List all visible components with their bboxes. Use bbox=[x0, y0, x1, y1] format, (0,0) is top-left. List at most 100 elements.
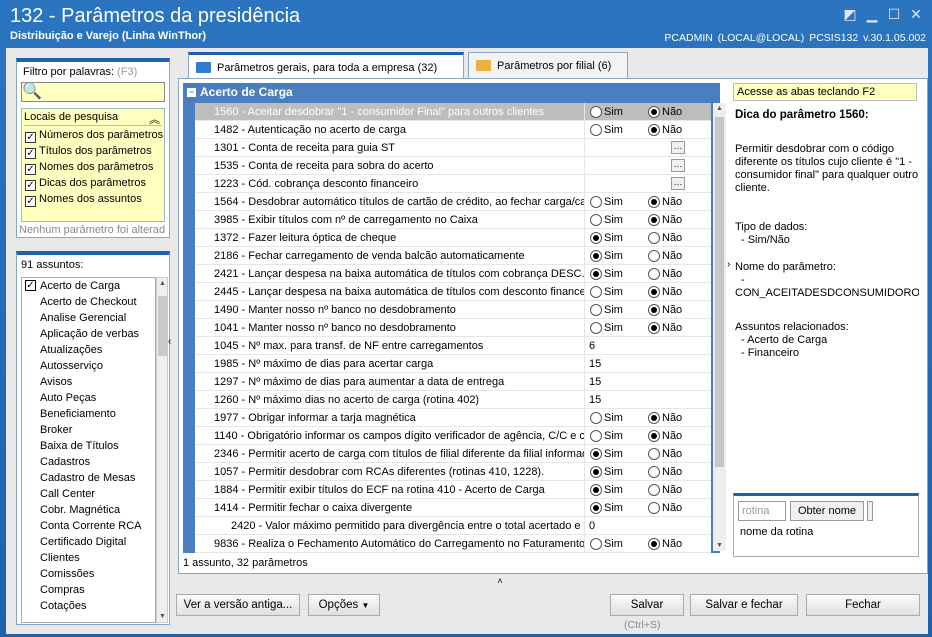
obter-nome-button[interactable]: Obter nome bbox=[790, 501, 864, 521]
subject-item[interactable]: Cobr. Magnética bbox=[22, 502, 155, 518]
param-row[interactable]: 1414 - Permitir fechar o caixa divergent… bbox=[195, 499, 711, 517]
radio-sim[interactable] bbox=[590, 322, 602, 334]
tab-parametros-filial[interactable]: Parâmetros por filial (6) bbox=[468, 52, 628, 78]
number-value[interactable]: 6 bbox=[589, 337, 595, 355]
checkbox-nomes[interactable]: ✓ Nomes dos parâmetros bbox=[25, 161, 153, 177]
minimize-icon[interactable]: ▁ bbox=[862, 6, 882, 22]
checkbox-icon[interactable]: ✓ bbox=[25, 280, 36, 291]
radio-sim[interactable] bbox=[590, 232, 602, 244]
subject-item[interactable]: Avisos bbox=[22, 374, 155, 390]
radio-sim[interactable] bbox=[590, 124, 602, 136]
chevron-up-icon[interactable]: ˄ bbox=[497, 576, 502, 586]
pin-icon[interactable]: ◩ bbox=[840, 6, 860, 22]
param-row[interactable]: 1041 - Manter nosso nº banco no desdobra… bbox=[195, 319, 711, 337]
lookup-button[interactable]: … bbox=[671, 159, 685, 172]
subject-item[interactable]: Autosserviço bbox=[22, 358, 155, 374]
radio-nao[interactable] bbox=[648, 286, 660, 298]
ver-versao-antiga-button[interactable]: Ver a versão antiga... bbox=[176, 594, 300, 616]
param-row[interactable]: 1140 - Obrigatório informar os campos dí… bbox=[195, 427, 711, 445]
param-row[interactable]: 1223 - Cód. cobrança desconto financeiro… bbox=[195, 175, 711, 193]
radio-sim[interactable] bbox=[590, 466, 602, 478]
param-row[interactable]: 2421 - Lançar despesa na baixa automátic… bbox=[195, 265, 711, 283]
param-row[interactable]: 1482 - Autenticação no acerto de carga Si… bbox=[195, 121, 711, 139]
param-row[interactable]: 1260 - Nº máximo dias no acerto de carga… bbox=[195, 391, 711, 409]
subject-item[interactable]: Cotações bbox=[22, 598, 155, 614]
grid-scrollbar[interactable]: ▲ ▼ bbox=[713, 103, 726, 551]
subject-item[interactable]: Cadastros bbox=[22, 454, 155, 470]
number-value[interactable]: 15 bbox=[589, 391, 601, 409]
param-row[interactable]: 1372 - Fazer leitura óptica de cheque Sim… bbox=[195, 229, 711, 247]
radio-nao[interactable] bbox=[648, 268, 660, 280]
subject-item[interactable]: Baixa de Títulos bbox=[22, 438, 155, 454]
subject-item[interactable]: Atualizações bbox=[22, 342, 155, 358]
radio-sim[interactable] bbox=[590, 268, 602, 280]
param-row[interactable]: 1045 - Nº max. para transf. de NF entre … bbox=[195, 337, 711, 355]
group-header[interactable]: − Acerto de Carga bbox=[184, 85, 719, 101]
param-row[interactable]: 1490 - Manter nosso nº banco no desdobra… bbox=[195, 301, 711, 319]
radio-sim[interactable] bbox=[590, 106, 602, 118]
radio-sim[interactable] bbox=[590, 430, 602, 442]
bottom-splitter[interactable]: ˄ bbox=[440, 576, 560, 586]
search-input[interactable]: 🔍 bbox=[21, 82, 165, 102]
maximize-icon[interactable]: ☐ bbox=[884, 6, 904, 22]
param-row[interactable]: 1884 - Permitir exibir títulos do ECF na… bbox=[195, 481, 711, 499]
fechar-button[interactable]: Fechar bbox=[806, 594, 920, 616]
radio-nao[interactable] bbox=[648, 484, 660, 496]
radio-nao[interactable] bbox=[648, 106, 660, 118]
param-row[interactable]: 2186 - Fechar carregamento de venda balc… bbox=[195, 247, 711, 265]
param-row[interactable]: 1977 - Obrigar informar a tarja magnétic… bbox=[195, 409, 711, 427]
param-row[interactable]: 2445 - Lançar despesa na baixa automátic… bbox=[195, 283, 711, 301]
tab-parametros-gerais[interactable]: Parâmetros gerais, para toda a empresa (… bbox=[188, 52, 464, 78]
number-value[interactable]: 15 bbox=[589, 373, 601, 391]
subject-item[interactable]: Beneficiamento bbox=[22, 406, 155, 422]
radio-nao[interactable] bbox=[648, 232, 660, 244]
lookup-button[interactable]: … bbox=[671, 141, 685, 154]
radio-sim[interactable] bbox=[590, 484, 602, 496]
subject-item[interactable]: Clientes bbox=[22, 550, 155, 566]
radio-sim[interactable] bbox=[590, 286, 602, 298]
locais-header[interactable]: Locais de pesquisa ︽ bbox=[24, 111, 162, 126]
left-splitter[interactable]: ‹ bbox=[166, 258, 174, 438]
radio-nao[interactable] bbox=[648, 196, 660, 208]
subject-item[interactable]: Acerto de Checkout bbox=[22, 294, 155, 310]
radio-sim[interactable] bbox=[590, 304, 602, 316]
salvar-fechar-button[interactable]: Salvar e fechar bbox=[690, 594, 798, 616]
radio-nao[interactable] bbox=[648, 412, 660, 424]
subject-item[interactable]: Aplicação de verbas bbox=[22, 326, 155, 342]
radio-nao[interactable] bbox=[648, 124, 660, 136]
chevron-right-icon[interactable]: › bbox=[727, 259, 730, 270]
subject-item[interactable]: Auto Peças bbox=[22, 390, 155, 406]
checkbox-numeros[interactable]: ✓ Números dos parâmetros bbox=[25, 129, 163, 145]
radio-nao[interactable] bbox=[648, 322, 660, 334]
radio-nao[interactable] bbox=[648, 538, 660, 550]
radio-nao[interactable] bbox=[648, 250, 660, 262]
rotina-input[interactable]: rotina bbox=[738, 501, 786, 521]
param-row[interactable]: 2346 - Permitir acerto de carga com títu… bbox=[195, 445, 711, 463]
radio-sim[interactable] bbox=[590, 448, 602, 460]
radio-nao[interactable] bbox=[648, 214, 660, 226]
checkbox-dicas[interactable]: ✓ Dicas dos parâmetros bbox=[25, 177, 146, 193]
radio-nao[interactable] bbox=[648, 502, 660, 514]
subject-item[interactable]: ✓ Acerto de Carga bbox=[22, 278, 155, 294]
param-row[interactable]: 1985 - Nº máximo de dias para acertar ca… bbox=[195, 355, 711, 373]
subject-item[interactable]: Broker bbox=[22, 422, 155, 438]
radio-sim[interactable] bbox=[590, 412, 602, 424]
lookup-button[interactable]: … bbox=[671, 177, 685, 190]
param-row[interactable]: 1560 - Aceitar desdobrar "1 - consumidor… bbox=[195, 103, 711, 121]
radio-nao[interactable] bbox=[648, 466, 660, 478]
checkbox-assuntos[interactable]: ✓ Nomes dos assuntos bbox=[25, 193, 142, 209]
param-row[interactable]: 2420 - Valor máximo permitido para diver… bbox=[195, 517, 711, 535]
radio-sim[interactable] bbox=[590, 196, 602, 208]
param-row[interactable]: 1297 - Nº máximo de dias para aumentar a… bbox=[195, 373, 711, 391]
radio-nao[interactable] bbox=[648, 304, 660, 316]
opcoes-button[interactable]: Opções ▼ bbox=[308, 594, 380, 616]
scroll-thumb[interactable] bbox=[715, 117, 724, 467]
subject-item[interactable]: Call Center bbox=[22, 486, 155, 502]
salvar-button[interactable]: Salvar bbox=[610, 594, 684, 616]
scroll-up-icon[interactable]: ▲ bbox=[715, 105, 724, 112]
scroll-down-icon[interactable]: ▼ bbox=[715, 542, 724, 549]
subject-item[interactable]: Compras bbox=[22, 582, 155, 598]
radio-sim[interactable] bbox=[590, 214, 602, 226]
param-row[interactable]: 1535 - Conta de receita para sobra do ac… bbox=[195, 157, 711, 175]
param-row[interactable]: 3985 - Exibir títulos com nº de carregam… bbox=[195, 211, 711, 229]
